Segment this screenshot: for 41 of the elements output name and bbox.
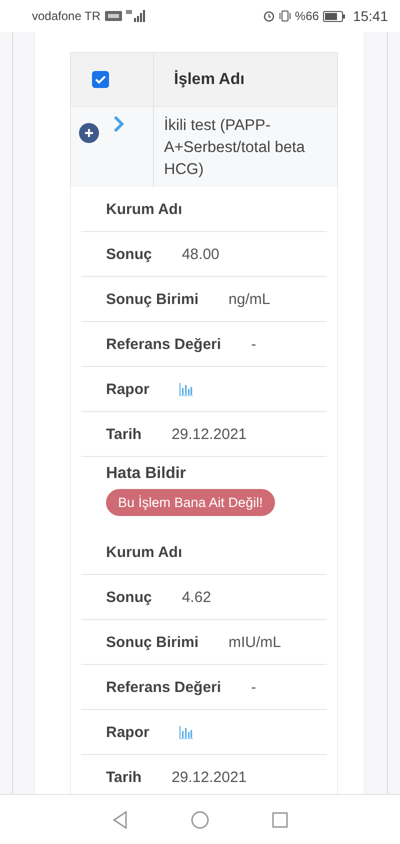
report-error-button[interactable]: Bu İşlem Bana Ait Değil! — [106, 489, 275, 516]
alarm-icon — [262, 10, 275, 22]
signal-icon — [126, 10, 148, 22]
home-icon[interactable] — [190, 810, 209, 828]
select-all-checkbox[interactable] — [92, 71, 109, 88]
field-value: 29.12.2021 — [172, 426, 247, 442]
bar-chart-icon[interactable] — [179, 726, 194, 738]
field-label: Referans Değeri — [106, 336, 222, 352]
checkmark-icon — [95, 75, 106, 84]
column-header: İşlem Adı — [173, 69, 246, 90]
field-value: 48.00 — [182, 246, 220, 262]
field-label: Referans Değeri — [106, 678, 222, 696]
chevron-icon[interactable] — [113, 115, 125, 133]
clock-time: 15:41 — [352, 8, 388, 24]
vibrate-icon — [278, 10, 291, 22]
field-label: Tarih — [106, 768, 142, 786]
bar-chart-icon[interactable] — [179, 382, 194, 396]
field-label: Rapor — [106, 380, 150, 398]
procedure-name: İkili test (PAPP-A+Serbest/total beta HCG) — [163, 116, 306, 180]
field-value: - — [251, 336, 256, 352]
field-label: Kurum Adı — [106, 544, 182, 560]
field-value: ng/mL — [228, 290, 270, 308]
field-value: 29.12.2021 — [172, 768, 247, 786]
field-label: Tarih — [106, 426, 142, 442]
recents-icon[interactable] — [272, 812, 288, 828]
field-label: Rapor — [106, 724, 150, 740]
volte-icon — [104, 11, 122, 21]
field-label: Sonuç Birimi — [106, 634, 199, 650]
plus-icon[interactable] — [79, 123, 99, 143]
field-value: 4.62 — [182, 588, 212, 606]
field-label: Hata Bildir — [106, 465, 186, 483]
field-label: Sonuç — [106, 246, 152, 262]
field-label: Sonuç — [106, 588, 152, 606]
field-value: mIU/mL — [228, 634, 282, 650]
field-value: - — [251, 678, 256, 696]
battery-icon — [322, 10, 345, 22]
carrier-name: vodafone TR — [32, 9, 100, 23]
field-label: Kurum Adı — [106, 200, 182, 218]
field-label: Sonuç Birimi — [106, 290, 199, 308]
back-icon[interactable] — [112, 810, 128, 828]
battery-percent: %66 — [294, 9, 319, 23]
